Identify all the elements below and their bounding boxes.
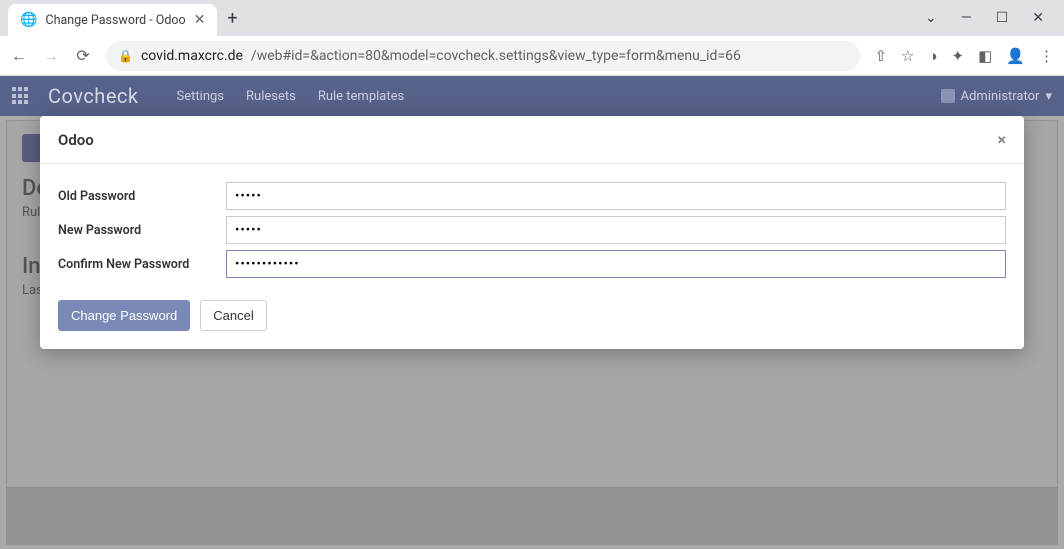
nav-links: Settings Rulesets Rule templates: [177, 89, 405, 104]
omnibox[interactable]: 🔒 covid.maxcrc.de/web#id=&action=80&mode…: [106, 41, 860, 71]
window-controls: ⌄ — ☐ ✕: [925, 10, 1056, 26]
close-window-button[interactable]: ✕: [1032, 10, 1044, 26]
avatar-icon: [941, 89, 955, 103]
confirm-password-label: Confirm New Password: [58, 257, 226, 272]
apps-icon[interactable]: [12, 87, 30, 105]
menu-icon[interactable]: ⋮: [1039, 47, 1054, 65]
close-tab-icon[interactable]: ✕: [194, 12, 206, 28]
nav-link-rulesets[interactable]: Rulesets: [246, 89, 296, 104]
globe-icon: 🌐: [20, 12, 37, 28]
app-navbar: Covcheck Settings Rulesets Rule template…: [0, 76, 1064, 116]
refresh-ext-icon[interactable]: ◑: [928, 47, 937, 65]
old-password-input[interactable]: [226, 182, 1006, 210]
user-menu[interactable]: Administrator ▾: [941, 89, 1052, 104]
lock-icon: 🔒: [118, 49, 133, 63]
sidepanel-icon[interactable]: ◧: [978, 47, 992, 65]
address-bar: ← → ⟳ 🔒 covid.maxcrc.de/web#id=&action=8…: [0, 36, 1064, 76]
reload-button[interactable]: ⟳: [74, 46, 92, 65]
forward-button: →: [42, 46, 60, 66]
cancel-button[interactable]: Cancel: [200, 300, 266, 331]
extensions-icon[interactable]: ✦: [952, 47, 965, 65]
confirm-password-input[interactable]: [226, 250, 1006, 278]
old-password-label: Old Password: [58, 189, 226, 204]
share-icon[interactable]: ⇧: [874, 47, 887, 65]
close-icon[interactable]: ×: [998, 130, 1007, 149]
chevron-down-icon[interactable]: ⌄: [925, 10, 937, 26]
modal-title: Odoo: [58, 131, 94, 149]
maximize-button[interactable]: ☐: [996, 10, 1009, 26]
brand[interactable]: Covcheck: [48, 84, 139, 108]
nav-link-settings[interactable]: Settings: [177, 89, 224, 104]
browser-tab[interactable]: 🌐 Change Password - Odoo ✕: [8, 4, 217, 36]
url-host: covid.maxcrc.de: [141, 48, 243, 64]
change-password-modal: Odoo × Old Password New Password Confirm…: [40, 116, 1024, 349]
bookmark-icon[interactable]: ☆: [901, 47, 914, 65]
caret-down-icon: ▾: [1045, 89, 1052, 104]
change-password-button[interactable]: Change Password: [58, 300, 190, 331]
new-tab-button[interactable]: +: [227, 8, 237, 29]
browser-tabbar: 🌐 Change Password - Odoo ✕ + ⌄ — ☐ ✕: [0, 0, 1064, 36]
modal-overlay: Odoo × Old Password New Password Confirm…: [0, 116, 1064, 549]
url-path: /web#id=&action=80&model=covcheck.settin…: [251, 48, 741, 64]
minimize-button[interactable]: —: [961, 10, 972, 26]
new-password-label: New Password: [58, 223, 226, 238]
profile-icon[interactable]: 👤: [1006, 47, 1025, 65]
back-button[interactable]: ←: [10, 46, 28, 66]
user-name: Administrator: [961, 89, 1040, 104]
new-password-input[interactable]: [226, 216, 1006, 244]
tab-title: Change Password - Odoo: [45, 13, 185, 28]
nav-link-rule-templates[interactable]: Rule templates: [318, 89, 404, 104]
